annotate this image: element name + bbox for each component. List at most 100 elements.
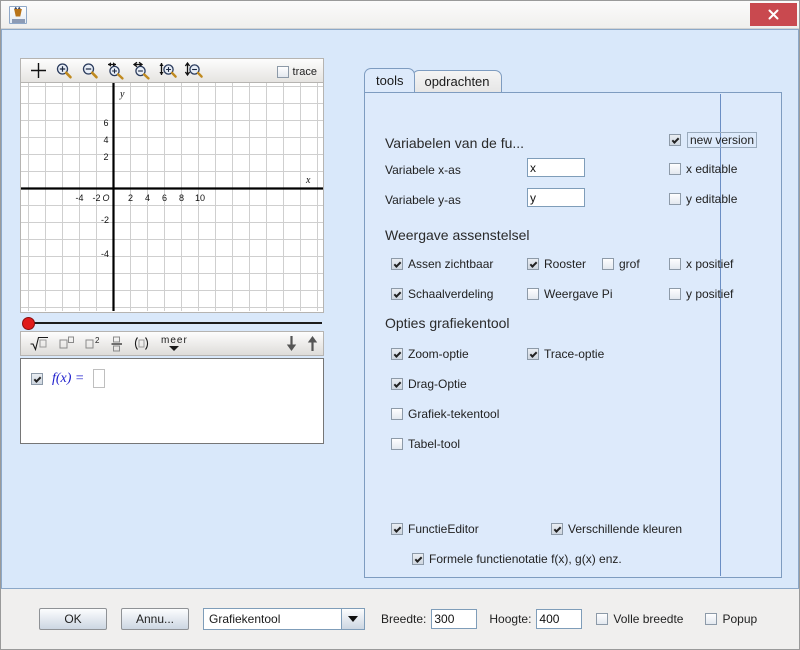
var-y-label: Variabele y-as bbox=[385, 193, 461, 207]
schaalverdeling-checkbox[interactable] bbox=[391, 288, 403, 300]
svg-text:O: O bbox=[102, 193, 109, 203]
tab-tools-label: tools bbox=[376, 73, 404, 88]
rooster-checkbox-group[interactable]: Rooster bbox=[527, 257, 586, 271]
square-button[interactable]: 2 bbox=[80, 332, 106, 355]
schaalverdeling-checkbox-group[interactable]: Schaalverdeling bbox=[391, 287, 493, 301]
ok-button[interactable]: OK bbox=[39, 608, 107, 630]
rooster-label: Rooster bbox=[544, 257, 587, 271]
drag-optie-label: Drag-Optie bbox=[408, 377, 467, 391]
new-version-checkbox-group[interactable]: new version bbox=[669, 132, 758, 148]
x-positief-label: x positief bbox=[686, 257, 734, 271]
function-enabled-checkbox[interactable] bbox=[31, 372, 43, 385]
drag-optie-checkbox[interactable] bbox=[391, 378, 403, 390]
verschillende-kleuren-checkbox[interactable] bbox=[551, 523, 563, 535]
svg-text:2: 2 bbox=[103, 152, 108, 162]
tab-body-tools: Variabelen van de fu... Variabele x-as V… bbox=[364, 92, 782, 578]
tabel-tool-checkbox-group[interactable]: Tabel-tool bbox=[391, 437, 460, 451]
assen-zichtbaar-checkbox[interactable] bbox=[391, 258, 403, 270]
horizontal-zoom-in-icon bbox=[108, 62, 124, 80]
grafiek-tekentool-checkbox[interactable] bbox=[391, 408, 403, 420]
grof-checkbox-group[interactable]: grof bbox=[602, 257, 640, 271]
svg-text:-4: -4 bbox=[101, 249, 109, 259]
zoom-optie-checkbox-group[interactable]: Zoom-optie bbox=[391, 347, 469, 361]
zoom-out-tool-button[interactable] bbox=[77, 59, 103, 82]
move-up-button[interactable] bbox=[306, 335, 319, 355]
y-positief-checkbox[interactable] bbox=[669, 288, 681, 300]
tool-select-arrow-button[interactable] bbox=[341, 609, 364, 629]
grof-checkbox[interactable] bbox=[602, 258, 614, 270]
var-y-input[interactable] bbox=[527, 188, 585, 207]
function-row[interactable]: f(x) = bbox=[31, 369, 323, 388]
x-positief-checkbox-group[interactable]: x positief bbox=[669, 257, 733, 271]
volle-breedte-checkbox[interactable] bbox=[596, 613, 609, 625]
drag-optie-checkbox-group[interactable]: Drag-Optie bbox=[391, 377, 467, 391]
weergave-pi-checkbox[interactable] bbox=[527, 288, 539, 300]
zoom-optie-checkbox[interactable] bbox=[391, 348, 403, 360]
vertical-zoom-out-icon bbox=[184, 61, 203, 78]
formele-notatie-checkbox-group[interactable]: Formele functienotatie f(x), g(x) enz. bbox=[412, 552, 622, 566]
functie-editor-checkbox-group[interactable]: FunctieEditor bbox=[391, 522, 479, 536]
weergave-pi-checkbox-group[interactable]: Weergave Pi bbox=[527, 287, 612, 301]
tab-opdrachten[interactable]: opdrachten bbox=[412, 70, 502, 92]
section-axes-title: Weergave assenstelsel bbox=[385, 227, 530, 243]
close-button[interactable] bbox=[750, 3, 797, 26]
hoogte-label: Hoogte: bbox=[489, 612, 532, 626]
trace-optie-checkbox-group[interactable]: Trace-optie bbox=[527, 347, 604, 361]
more-button[interactable]: meer bbox=[155, 336, 194, 351]
sqrt-icon bbox=[30, 336, 48, 351]
vertical-zoom-in-icon bbox=[159, 63, 177, 78]
move-down-button[interactable] bbox=[285, 335, 298, 355]
power-button[interactable] bbox=[54, 332, 80, 355]
cancel-button[interactable]: Annu... bbox=[121, 608, 189, 630]
move-tool-button[interactable] bbox=[25, 59, 51, 82]
parentheses-button[interactable] bbox=[128, 332, 155, 355]
popup-checkbox[interactable] bbox=[705, 613, 718, 625]
function-editor[interactable]: f(x) = bbox=[20, 358, 324, 444]
x-editable-label: x editable bbox=[686, 162, 738, 176]
zoom-optie-label: Zoom-optie bbox=[408, 347, 469, 361]
function-input[interactable] bbox=[93, 369, 106, 388]
graph-y-label: y bbox=[119, 89, 125, 100]
assen-zichtbaar-checkbox-group[interactable]: Assen zichtbaar bbox=[391, 257, 493, 271]
vertical-zoom-out-tool-button[interactable] bbox=[181, 59, 207, 82]
x-editable-checkbox[interactable] bbox=[669, 163, 681, 175]
horizontal-zoom-out-tool-button[interactable] bbox=[129, 59, 155, 82]
tool-select[interactable]: Grafiekentool bbox=[203, 608, 365, 630]
hoogte-input[interactable] bbox=[536, 609, 583, 629]
functie-editor-checkbox[interactable] bbox=[391, 523, 403, 535]
y-editable-checkbox[interactable] bbox=[669, 193, 681, 205]
tool-select-value: Grafiekentool bbox=[209, 612, 281, 626]
vertical-zoom-in-tool-button[interactable] bbox=[155, 59, 181, 82]
zoom-in-tool-button[interactable] bbox=[51, 59, 77, 82]
formele-notatie-checkbox[interactable] bbox=[412, 553, 424, 565]
y-positief-checkbox-group[interactable]: y positief bbox=[669, 287, 733, 301]
verschillende-kleuren-checkbox-group[interactable]: Verschillende kleuren bbox=[551, 522, 682, 536]
footer-bar: OK Annu... Grafiekentool Breedte: Hoogte… bbox=[1, 589, 799, 649]
verschillende-kleuren-label: Verschillende kleuren bbox=[568, 522, 683, 536]
graph-canvas[interactable]: -4 -2 O 2 4 6 8 10 6 4 2 -2 -4 y x bbox=[20, 83, 324, 313]
x-positief-checkbox[interactable] bbox=[669, 258, 681, 270]
trace-optie-checkbox[interactable] bbox=[527, 348, 539, 360]
sqrt-button[interactable] bbox=[25, 332, 54, 355]
function-label: f(x) = bbox=[52, 370, 85, 386]
x-editable-checkbox-group[interactable]: x editable bbox=[669, 162, 737, 176]
graph-toolbar: trace bbox=[20, 58, 324, 83]
rooster-checkbox[interactable] bbox=[527, 258, 539, 270]
assen-zichtbaar-label: Assen zichtbaar bbox=[408, 257, 494, 271]
trace-checkbox-group[interactable]: trace bbox=[276, 59, 317, 84]
graph-slider[interactable] bbox=[20, 315, 324, 331]
y-editable-label: y editable bbox=[686, 192, 738, 206]
svg-text:4: 4 bbox=[145, 193, 150, 203]
java-icon-base bbox=[12, 18, 25, 23]
fraction-button[interactable] bbox=[106, 332, 128, 355]
tab-tools[interactable]: tools bbox=[364, 68, 416, 92]
horizontal-zoom-in-tool-button[interactable] bbox=[103, 59, 129, 82]
slider-knob[interactable] bbox=[22, 317, 35, 330]
trace-checkbox[interactable] bbox=[276, 65, 289, 78]
new-version-checkbox[interactable] bbox=[669, 134, 681, 146]
tabel-tool-checkbox[interactable] bbox=[391, 438, 403, 450]
y-editable-checkbox-group[interactable]: y editable bbox=[669, 192, 737, 206]
var-x-input[interactable] bbox=[527, 158, 585, 177]
grafiek-tekentool-checkbox-group[interactable]: Grafiek-tekentool bbox=[391, 407, 499, 421]
breedte-input[interactable] bbox=[431, 609, 478, 629]
